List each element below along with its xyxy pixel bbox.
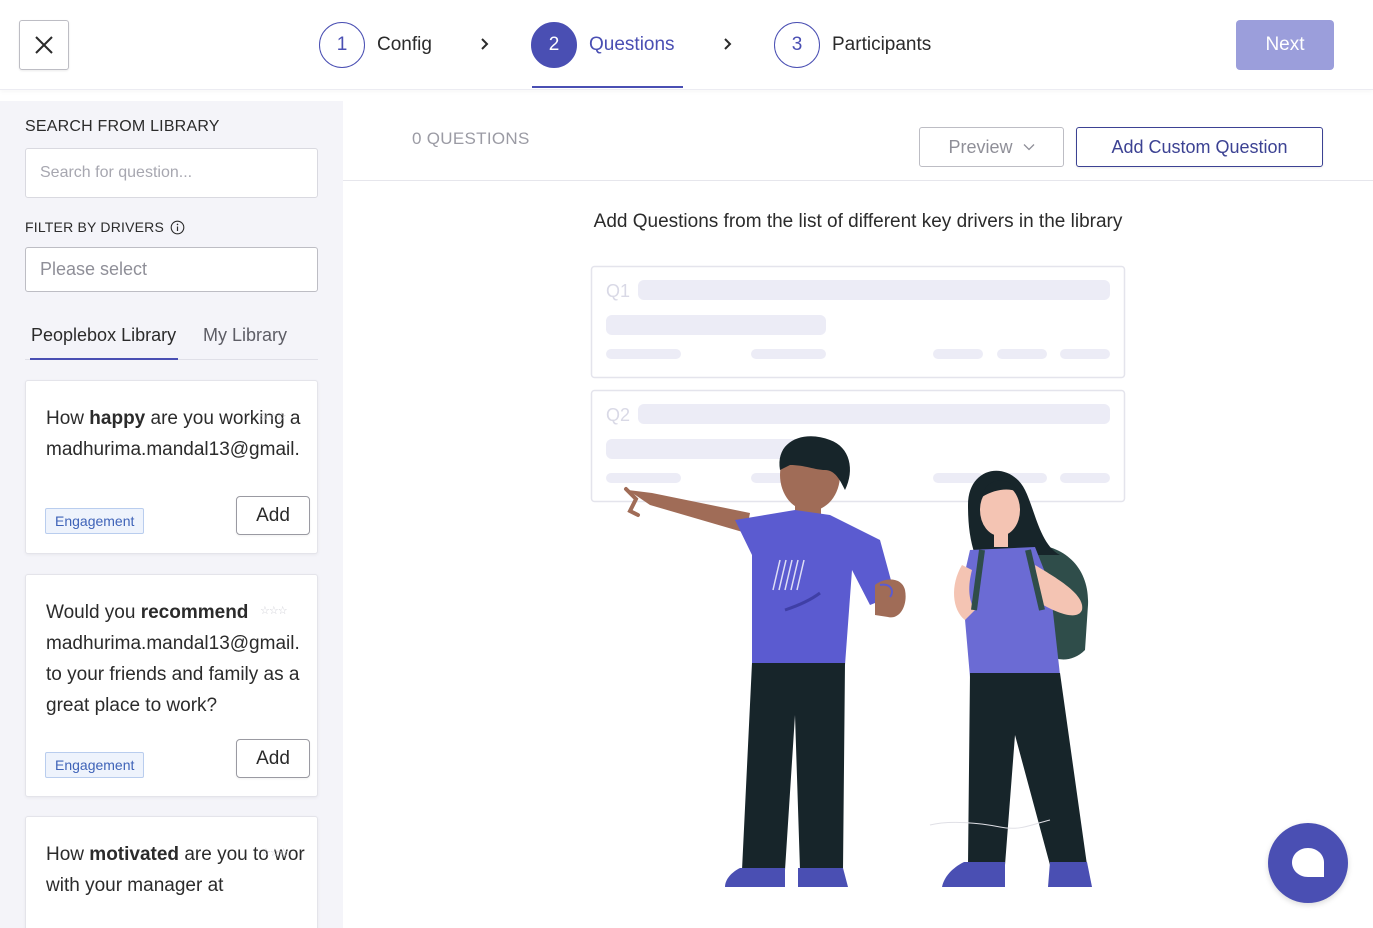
driver-tag: Engagement [45,752,145,778]
filter-section-title: FILTER BY DRIVERS [25,219,185,235]
question-text-line: madhurima.mandal13@gmail. [46,633,300,654]
preview-dropdown[interactable]: Preview [919,127,1064,167]
question-text-line: with your manager at [46,875,224,896]
preview-label: Preview [948,136,1013,157]
tab-my-library[interactable]: My Library [203,325,287,346]
step-config[interactable]: 1 Config [319,22,432,68]
question-keyword: happy [89,408,146,429]
questions-header: 0 QUESTIONS Preview Add Custom Question [343,101,1373,181]
empty-state-message: Add Questions from the list of different… [593,211,1123,232]
library-question-card: Would you recommend madhurima.mandal13@g… [25,574,318,797]
library-sidebar: SEARCH FROM LIBRARY FILTER BY DRIVERS Pl… [0,101,343,928]
question-keyword: motivated [89,844,180,865]
search-input[interactable] [25,148,318,198]
library-tabs: Peoplebox Library My Library [25,322,318,360]
question-text-part: Would you [46,602,141,623]
filter-title-text: FILTER BY DRIVERS [25,219,165,235]
rating-stars-icon: ☆☆☆ [259,411,287,423]
chevron-right-icon [481,38,489,50]
placeholder-label: Q1 [606,281,630,301]
drivers-select[interactable]: Please select [25,247,318,292]
step-questions[interactable]: 2 Questions [531,22,675,68]
placeholder-question-card: Q1 [590,265,1126,379]
chevron-down-icon [1023,144,1034,151]
close-button[interactable] [19,20,69,70]
chat-bubble-icon [1292,848,1324,877]
library-question-card: How happy are you working a madhurima.ma… [25,380,318,554]
step-label: Participants [832,34,932,55]
tab-peoplebox-library[interactable]: Peoplebox Library [31,325,176,346]
question-text-line: madhurima.mandal13@gmail. [46,439,300,460]
top-bar: 1 Config 2 Questions 3 Participants Next [0,0,1373,90]
step-number: 1 [319,22,365,68]
rating-stars-icon: ☆☆☆ [260,605,288,617]
step-label: Config [377,34,432,55]
step-participants[interactable]: 3 Participants [774,22,931,68]
empty-state-illustration: Q1 Q2 [590,265,1126,887]
question-keyword: recommend [140,602,249,623]
question-text-line: to your friends and family as a [46,664,300,685]
chevron-right-icon [724,38,732,50]
add-question-button[interactable]: Add [236,496,310,535]
rating-stars-icon: ☆☆☆ [261,847,289,859]
active-tab-indicator [30,358,178,360]
active-step-indicator [532,86,683,88]
question-text-line: great place to work? [46,695,218,716]
placeholder-question-card: Q2 [590,389,1126,503]
add-custom-question-button[interactable]: Add Custom Question [1076,127,1323,167]
woman-figure [929,470,1092,887]
search-section-title: SEARCH FROM LIBRARY [25,118,220,135]
question-text-part: How [46,408,90,429]
question-count: 0 QUESTIONS [412,129,530,148]
library-question-card: How motivated are you to wor with your m… [25,816,318,928]
info-icon[interactable] [170,220,185,235]
step-number: 3 [774,22,820,68]
add-question-button[interactable]: Add [236,739,310,778]
next-button[interactable]: Next [1236,20,1334,70]
step-label: Questions [589,34,675,55]
driver-tag: Engagement [45,508,145,534]
chat-launcher-button[interactable] [1268,823,1348,903]
question-text-part: How [46,844,90,865]
step-number: 2 [531,22,577,68]
placeholder-label: Q2 [606,405,630,425]
man-figure [624,436,906,887]
close-icon [35,36,53,54]
